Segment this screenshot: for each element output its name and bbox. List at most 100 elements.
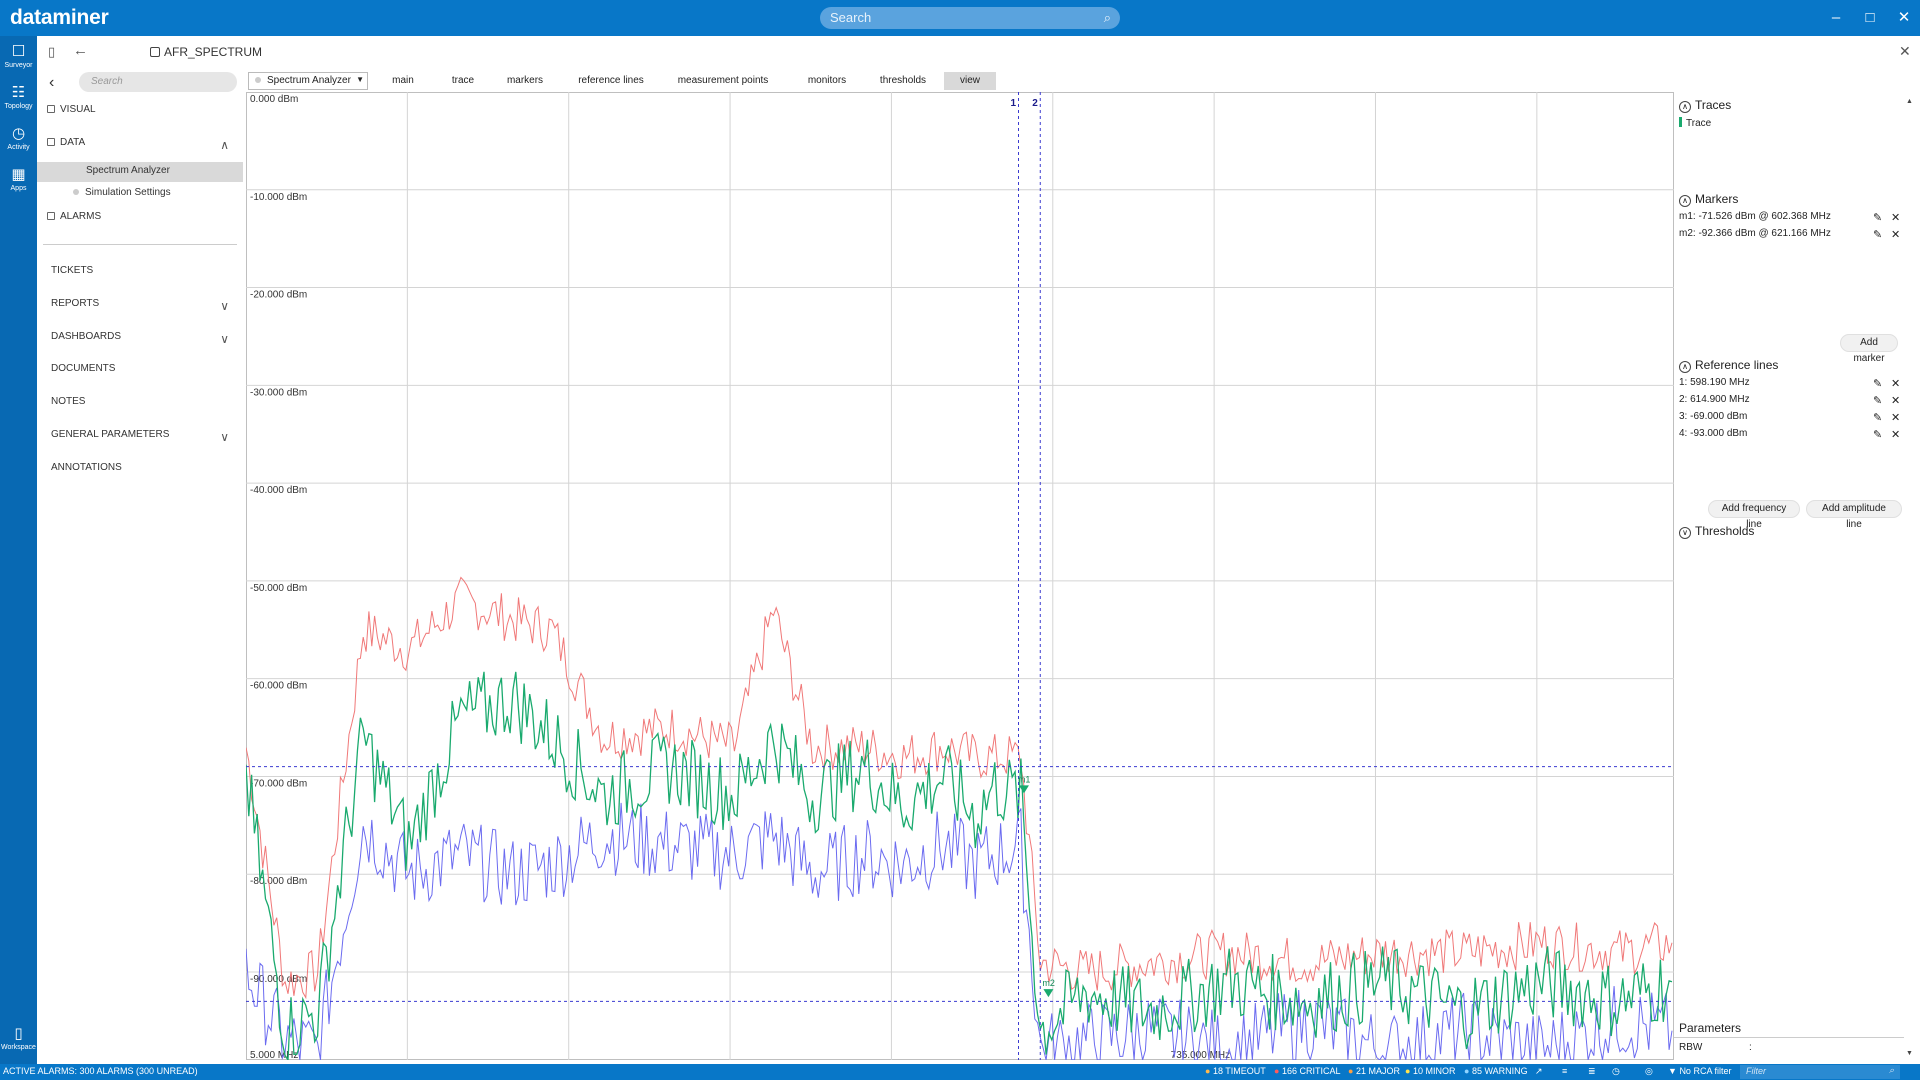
card-navigation: ‹ Search VISUAL DATA ∧ Spectrum Analyzer … [37, 68, 243, 1064]
rail-activity[interactable]: ◷ Activity [0, 126, 37, 152]
add-frequency-line-button[interactable]: Add frequency line [1708, 500, 1800, 530]
traces-section-header[interactable]: ∧ Traces [1679, 98, 1731, 113]
funnel-icon: ▼ [1668, 1066, 1677, 1076]
collapse-nav-icon[interactable]: ‹ [49, 74, 54, 92]
chevron-down-icon[interactable]: ∨ [220, 299, 229, 313]
tab-view[interactable]: view [944, 72, 996, 90]
tab-reference-lines[interactable]: reference lines [569, 72, 653, 90]
back-arrow-icon[interactable]: ← [73, 42, 88, 59]
active-alarms-summary[interactable]: ACTIVE ALARMS: 300 ALARMS (300 UNREAD) [3, 1066, 198, 1076]
tab-markers[interactable]: markers [500, 72, 550, 90]
y-tick-label: -70.000 dBm [250, 778, 307, 789]
nav-item-spectrum-analyzer[interactable]: Spectrum Analyzer [37, 162, 243, 182]
nav-item-simulation-settings[interactable]: Simulation Settings [37, 184, 243, 206]
delete-x-icon[interactable]: ✕ [1891, 428, 1900, 441]
nav-item-alarms[interactable]: ALARMS [37, 211, 243, 233]
rail-workspace[interactable]: ▯ Workspace [0, 1025, 37, 1052]
workspace-icon: ▯ [14, 1025, 23, 1042]
minor-count[interactable]: ● 10 MINOR [1405, 1066, 1455, 1076]
tab-thresholds[interactable]: thresholds [871, 72, 935, 90]
scroll-up-icon[interactable]: ▲ [1906, 98, 1913, 105]
delete-x-icon[interactable]: ✕ [1891, 394, 1900, 407]
trend-icon[interactable]: ↗ [1535, 1066, 1543, 1077]
chevron-down-icon[interactable]: ∨ [220, 332, 229, 346]
tab-measurement-points[interactable]: measurement points [668, 72, 778, 90]
list-view-icon[interactable]: ≡ [1562, 1066, 1567, 1076]
rca-filter[interactable]: ▼ No RCA filter [1668, 1066, 1731, 1076]
nav-item-notes[interactable]: NOTES [37, 396, 243, 418]
nav-item-visual[interactable]: VISUAL [37, 104, 243, 126]
timeout-count[interactable]: ● 18 TIMEOUT [1205, 1066, 1266, 1076]
card-menu-icon[interactable]: ▯ [48, 44, 55, 60]
marker-m1-label: m1 [1018, 774, 1031, 784]
rail-apps[interactable]: ▦ Apps [0, 167, 37, 193]
maximize-icon[interactable]: □ [1860, 8, 1880, 28]
close-card-icon[interactable]: ✕ [1899, 43, 1911, 60]
edit-pencil-icon[interactable]: ✎ [1873, 428, 1882, 441]
nav-search-input[interactable]: Search [79, 72, 237, 92]
alarm-filter-input[interactable]: Filter ⌕ [1740, 1065, 1900, 1079]
focus-icon[interactable]: ◎ [1645, 1066, 1653, 1077]
collapse-up-icon[interactable]: ∧ [1679, 195, 1691, 207]
reference-lines-section-header[interactable]: ∧ Reference lines [1679, 358, 1778, 373]
nav-item-general-parameters[interactable]: GENERAL PARAMETERS ∨ [37, 429, 243, 451]
major-count[interactable]: ● 21 MAJOR [1348, 1066, 1400, 1076]
global-search-input[interactable]: Search ⌕ [820, 7, 1120, 29]
edit-pencil-icon[interactable]: ✎ [1873, 211, 1882, 224]
chevron-up-icon[interactable]: ∧ [220, 138, 229, 152]
nav-item-annotations[interactable]: ANNOTATIONS [37, 462, 243, 484]
x-tick-label: 735.000 MHz [1171, 1050, 1230, 1060]
scroll-down-icon[interactable]: ▼ [1906, 1050, 1913, 1057]
delete-x-icon[interactable]: ✕ [1891, 411, 1900, 424]
collapse-up-icon[interactable]: ∧ [1679, 361, 1691, 373]
spectrum-chart[interactable]: 0.000 dBm -10.000 dBm -20.000 dBm -30.000 d… [246, 92, 1674, 1060]
trace-entry[interactable]: Trace [1679, 117, 1899, 133]
nav-item-tickets[interactable]: TICKETS [37, 265, 243, 287]
nav-item-reports[interactable]: REPORTS ∨ [37, 298, 243, 320]
nav-item-dashboards[interactable]: DASHBOARDS ∨ [37, 331, 243, 353]
warning-count[interactable]: ● 85 WARNING [1464, 1066, 1528, 1076]
timeout-dot-icon: ● [1205, 1066, 1211, 1076]
element-icon [150, 47, 160, 57]
side-panel-scrollbar[interactable]: ▲ ▼ [1904, 92, 1916, 1064]
y-tick-label: -60.000 dBm [250, 681, 307, 692]
markers-section-header[interactable]: ∧ Markers [1679, 192, 1738, 207]
add-amplitude-line-button[interactable]: Add amplitude line [1806, 500, 1902, 530]
delete-x-icon[interactable]: ✕ [1891, 228, 1900, 241]
status-dot [255, 77, 261, 83]
tab-trace[interactable]: trace [441, 72, 485, 90]
tab-monitors[interactable]: monitors [797, 72, 857, 90]
edit-pencil-icon[interactable]: ✎ [1873, 228, 1882, 241]
status-dot [73, 189, 79, 195]
nav-item-data[interactable]: DATA ∧ [37, 137, 243, 159]
chevron-down-icon[interactable]: ∨ [220, 430, 229, 444]
search-icon[interactable]: ⌕ [1104, 10, 1111, 26]
add-marker-button[interactable]: Add marker [1840, 334, 1898, 364]
trace-color-swatch [1679, 117, 1682, 127]
search-icon[interactable]: ⌕ [1889, 1065, 1894, 1076]
page-icon [47, 212, 55, 220]
critical-count[interactable]: ● 166 CRITICAL [1274, 1066, 1340, 1076]
close-window-icon[interactable]: ✕ [1894, 8, 1914, 28]
sort-icon[interactable]: ≣ [1588, 1066, 1596, 1077]
clock-icon[interactable]: ◷ [1612, 1066, 1620, 1077]
spectrum-plot-svg[interactable]: 0.000 dBm -10.000 dBm -20.000 dBm -30.000 d… [246, 92, 1674, 1060]
expand-down-icon[interactable]: ∨ [1679, 527, 1691, 539]
nav-item-documents[interactable]: DOCUMENTS [37, 363, 243, 385]
rail-topology[interactable]: ☷ Topology [0, 85, 37, 111]
delete-x-icon[interactable]: ✕ [1891, 377, 1900, 390]
edit-pencil-icon[interactable]: ✎ [1873, 394, 1882, 407]
marker-row-m1: m1: -71.526 dBm @ 602.368 MHz ✎ ✕ [1679, 211, 1901, 224]
collapse-up-icon[interactable]: ∧ [1679, 101, 1691, 113]
marker-m2-label: m2 [1042, 978, 1055, 988]
caret-down-icon: ▼ [356, 75, 364, 84]
minimize-icon[interactable]: – [1826, 8, 1846, 28]
delete-x-icon[interactable]: ✕ [1891, 211, 1900, 224]
rail-surveyor[interactable]: ☐ Surveyor [0, 44, 37, 70]
tab-main[interactable]: main [383, 72, 423, 90]
thresholds-section-header[interactable]: ∨ Thresholds [1679, 524, 1754, 539]
y-tick-label: -10.000 dBm [250, 192, 307, 203]
view-select[interactable]: Spectrum Analyzer ▼ [248, 72, 368, 90]
edit-pencil-icon[interactable]: ✎ [1873, 411, 1882, 424]
edit-pencil-icon[interactable]: ✎ [1873, 377, 1882, 390]
